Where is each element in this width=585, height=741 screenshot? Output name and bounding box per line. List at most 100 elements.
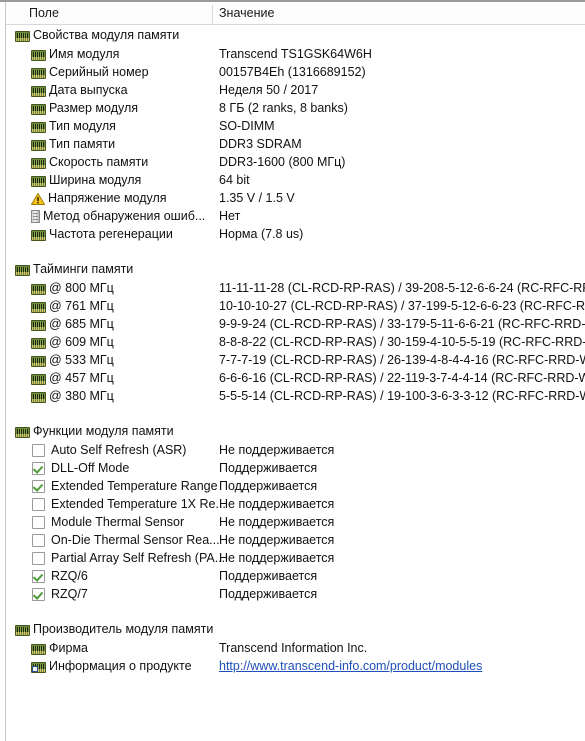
property-value: Не поддерживается <box>219 533 335 547</box>
property-label-cell: Auto Self Refresh (ASR) <box>32 441 186 459</box>
property-label-cell: Имя модуля <box>31 45 119 63</box>
property-label: @ 380 МГц <box>49 389 114 403</box>
section-header-row[interactable]: Функции модуля памяти <box>6 422 585 441</box>
dimm-icon <box>15 427 30 438</box>
property-row[interactable]: Скорость памяти DDR3-1600 (800 МГц) <box>6 153 585 171</box>
dimm-icon <box>31 356 46 367</box>
property-row[interactable]: Тип модуля SO-DIMM <box>6 117 585 135</box>
column-divider[interactable] <box>212 5 213 24</box>
property-label-cell: Тип памяти <box>31 135 115 153</box>
property-label: Ширина модуля <box>49 173 142 187</box>
property-value: Неделя 50 / 2017 <box>219 83 319 97</box>
section-title: Производитель модуля памяти <box>33 622 214 636</box>
section-header-label: Функции модуля памяти <box>15 422 174 440</box>
property-row[interactable]: Размер модуля 8 ГБ (2 ranks, 8 banks) <box>6 99 585 117</box>
property-row[interactable]: Информация о продукте http://www.transcen… <box>6 657 585 675</box>
property-row[interactable]: @ 457 МГц 6-6-6-16 (CL-RCD-RP-RAS) / 22-1… <box>6 369 585 387</box>
checkbox-checked-icon[interactable] <box>32 480 45 493</box>
dimm-icon <box>31 140 46 151</box>
property-row[interactable]: @ 609 МГц 8-8-8-22 (CL-RCD-RP-RAS) / 30-1… <box>6 333 585 351</box>
property-value: 10-10-10-27 (CL-RCD-RP-RAS) / 37-199-5-1… <box>219 299 585 313</box>
dimm-icon <box>31 338 46 349</box>
section-title: Свойства модуля памяти <box>33 28 180 42</box>
property-row[interactable]: Напряжение модуля 1.35 V / 1.5 V <box>6 189 585 207</box>
property-row[interactable]: Фирма Transcend Information Inc. <box>6 639 585 657</box>
property-row[interactable]: Auto Self Refresh (ASR) Не поддерживается <box>6 441 585 459</box>
checkbox-checked-icon[interactable] <box>32 570 45 583</box>
section-header-label: Свойства модуля памяти <box>15 26 179 44</box>
property-label: @ 685 МГц <box>49 317 114 331</box>
checkbox-unchecked-icon[interactable] <box>32 534 45 547</box>
property-value: Не поддерживается <box>219 515 335 529</box>
property-label-cell: Серийный номер <box>31 63 149 81</box>
property-label: @ 533 МГц <box>49 353 114 367</box>
property-row[interactable]: Дата выпуска Неделя 50 / 2017 <box>6 81 585 99</box>
property-label: @ 800 МГц <box>49 281 114 295</box>
property-row[interactable]: @ 685 МГц 9-9-9-24 (CL-RCD-RP-RAS) / 33-1… <box>6 315 585 333</box>
property-row[interactable]: @ 800 МГц 11-11-11-28 (CL-RCD-RP-RAS) / 3… <box>6 279 585 297</box>
column-header-value[interactable]: Значение <box>219 6 274 20</box>
property-row[interactable]: Имя модуля Transcend TS1GSK64W6H <box>6 45 585 63</box>
dimm-icon <box>31 104 46 115</box>
property-value: 6-6-6-16 (CL-RCD-RP-RAS) / 22-119-3-7-4-… <box>219 371 585 385</box>
property-row[interactable]: @ 533 МГц 7-7-7-19 (CL-RCD-RP-RAS) / 26-1… <box>6 351 585 369</box>
checkbox-unchecked-icon[interactable] <box>32 552 45 565</box>
property-label: Extended Temperature 1X Re... <box>51 497 226 511</box>
property-value: Поддерживается <box>219 587 318 601</box>
property-label-cell: @ 457 МГц <box>31 369 114 387</box>
dimm-badge-icon <box>31 662 46 673</box>
property-value-link[interactable]: http://www.transcend-info.com/product/mo… <box>219 657 585 675</box>
section-header-row[interactable]: Производитель модуля памяти <box>6 620 585 639</box>
document-badge-icon <box>32 666 38 672</box>
property-value: SO-DIMM <box>219 119 275 133</box>
checkbox-unchecked-icon[interactable] <box>32 516 45 529</box>
section-header-row[interactable]: Свойства модуля памяти <box>6 26 585 45</box>
section-title: Тайминги памяти <box>33 262 134 276</box>
property-value: 1.35 V / 1.5 V <box>219 191 295 205</box>
section-header-label: Тайминги памяти <box>15 260 133 278</box>
property-row[interactable]: Метод обнаружения ошиб... Нет <box>6 207 585 225</box>
property-row[interactable]: DLL-Off Mode Поддерживается <box>6 459 585 477</box>
property-row[interactable]: Серийный номер 00157B4Eh (1316689152) <box>6 63 585 81</box>
property-row[interactable]: On-Die Thermal Sensor Rea... Не поддержив… <box>6 531 585 549</box>
property-label: RZQ/7 <box>51 587 88 601</box>
property-row[interactable]: RZQ/6 Поддерживается <box>6 567 585 585</box>
property-label-cell: RZQ/6 <box>32 567 88 585</box>
property-row[interactable]: Extended Temperature 1X Re... Не поддержи… <box>6 495 585 513</box>
section-header-row[interactable]: Тайминги памяти <box>6 260 585 279</box>
dimm-icon <box>31 374 46 385</box>
property-row[interactable]: Module Thermal Sensor Не поддерживается <box>6 513 585 531</box>
property-row[interactable]: Частота регенерации Норма (7.8 us) <box>6 225 585 243</box>
property-label-cell: Тип модуля <box>31 117 116 135</box>
property-label-cell: Partial Array Self Refresh (PA... <box>32 549 225 567</box>
checkbox-unchecked-icon[interactable] <box>32 498 45 511</box>
property-row[interactable]: Ширина модуля 64 bit <box>6 171 585 189</box>
property-row[interactable]: Тип памяти DDR3 SDRAM <box>6 135 585 153</box>
warning-icon <box>31 193 45 205</box>
property-label: Напряжение модуля <box>48 191 167 205</box>
dimm-icon <box>31 86 46 97</box>
property-row[interactable]: Partial Array Self Refresh (PA... Не подд… <box>6 549 585 567</box>
checkbox-checked-icon[interactable] <box>32 588 45 601</box>
checkbox-checked-icon[interactable] <box>32 462 45 475</box>
property-label-cell: Module Thermal Sensor <box>32 513 184 531</box>
dimm-icon <box>31 176 46 187</box>
property-row[interactable]: @ 380 МГц 5-5-5-14 (CL-RCD-RP-RAS) / 19-1… <box>6 387 585 405</box>
column-header-field[interactable]: Поле <box>29 6 59 20</box>
property-row[interactable]: @ 761 МГц 10-10-10-27 (CL-RCD-RP-RAS) / 3… <box>6 297 585 315</box>
checkbox-unchecked-icon[interactable] <box>32 444 45 457</box>
property-label: On-Die Thermal Sensor Rea... <box>51 533 220 547</box>
property-label-cell: @ 761 МГц <box>31 297 114 315</box>
property-label-cell: Дата выпуска <box>31 81 128 99</box>
property-row[interactable]: RZQ/7 Поддерживается <box>6 585 585 603</box>
property-value: Не поддерживается <box>219 443 335 457</box>
property-label: Размер модуля <box>49 101 139 115</box>
property-value: 9-9-9-24 (CL-RCD-RP-RAS) / 33-179-5-11-6… <box>219 317 585 331</box>
property-value: Нет <box>219 209 241 223</box>
property-row[interactable]: Extended Temperature Range Поддерживается <box>6 477 585 495</box>
property-label-cell: Метод обнаружения ошиб... <box>31 207 205 225</box>
property-value: Поддерживается <box>219 569 318 583</box>
property-value: 11-11-11-28 (CL-RCD-RP-RAS) / 39-208-5-1… <box>219 281 585 295</box>
property-value: Transcend TS1GSK64W6H <box>219 47 372 61</box>
